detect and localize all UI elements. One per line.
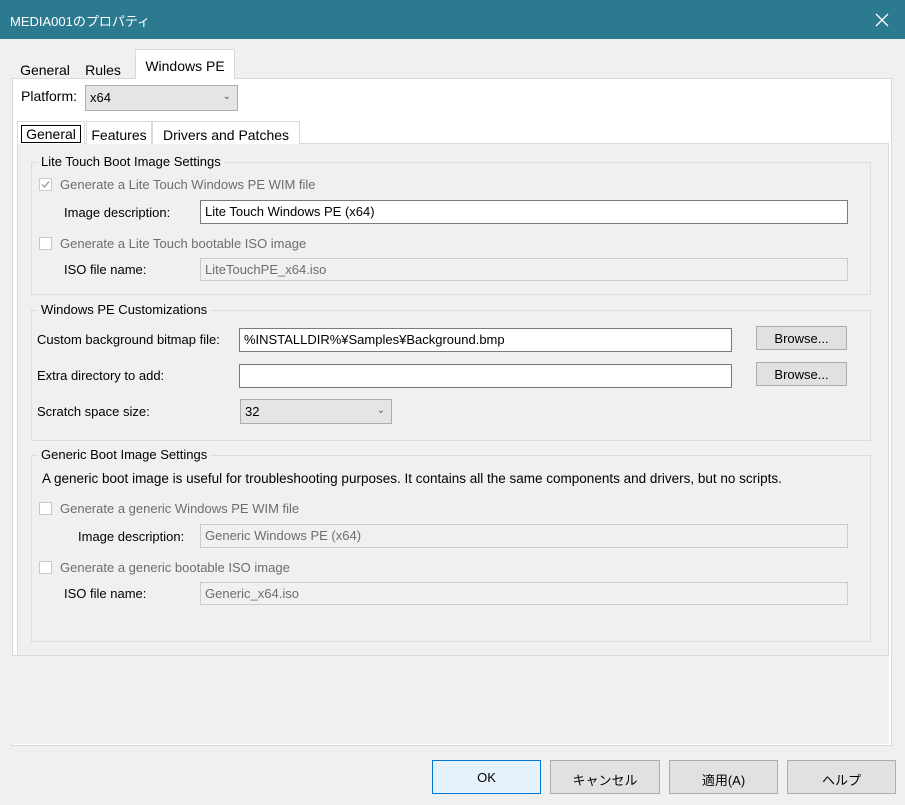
chevron-down-icon: ⌄	[376, 405, 385, 416]
apply-button[interactable]: 適用(A)	[669, 760, 778, 794]
bitmap-browse-label: Browse...	[774, 331, 829, 346]
inner-tab-drivers-label: Drivers and Patches	[162, 127, 290, 143]
generic-iso-input[interactable]: Generic_x64.iso	[200, 582, 848, 605]
generic-iso-label: Generate a generic bootable ISO image	[60, 560, 290, 575]
generic-boot-group-title: Generic Boot Image Settings	[38, 447, 211, 462]
inner-tab-drivers[interactable]: Drivers and Patches	[152, 121, 300, 144]
ok-label: OK	[477, 770, 496, 785]
tab-windows-pe[interactable]: Windows PE	[135, 49, 235, 79]
lite-touch-iso-input[interactable]: LiteTouchPE_x64.iso	[200, 258, 848, 281]
scratch-space-value: 32	[245, 404, 260, 419]
lite-touch-wim-label: Generate a Lite Touch Windows PE WIM fil…	[60, 177, 316, 192]
lite-touch-wim-checkbox[interactable]	[39, 178, 52, 191]
lite-touch-image-desc-input[interactable]: Lite Touch Windows PE (x64)	[200, 200, 848, 224]
cancel-label: キャンセル	[572, 773, 638, 788]
inner-tab-features[interactable]: Features	[86, 121, 152, 144]
tab-rules-label: Rules	[85, 62, 121, 78]
scratch-space-label: Scratch space size:	[37, 404, 150, 419]
window-title: MEDIA001のプロパティ	[10, 14, 151, 29]
tab-general[interactable]: General	[13, 54, 77, 78]
tab-rules[interactable]: Rules	[79, 54, 127, 78]
platform-select[interactable]: x64 ⌄	[85, 85, 238, 111]
pe-customizations-group-title: Windows PE Customizations	[38, 302, 211, 317]
lite-touch-group-title: Lite Touch Boot Image Settings	[38, 154, 224, 169]
bitmap-label: Custom background bitmap file:	[37, 332, 220, 347]
extra-dir-label: Extra directory to add:	[37, 368, 165, 383]
generic-image-desc-input[interactable]: Generic Windows PE (x64)	[200, 524, 848, 548]
chevron-down-icon: ⌄	[222, 91, 231, 102]
check-icon	[41, 181, 50, 189]
bitmap-input[interactable]: %INSTALLDIR%¥Samples¥Background.bmp	[239, 328, 732, 352]
tab-general-label: General	[20, 62, 70, 78]
close-button[interactable]	[859, 0, 905, 39]
extra-dir-input[interactable]	[239, 364, 732, 388]
platform-value: x64	[90, 90, 111, 105]
lite-touch-image-desc-label: Image description:	[64, 205, 171, 220]
generic-wim-checkbox[interactable]	[39, 502, 52, 515]
help-button[interactable]: ヘルプ	[787, 760, 896, 794]
ok-button[interactable]: OK	[432, 760, 541, 794]
extra-dir-browse-button[interactable]: Browse...	[756, 362, 847, 386]
close-icon	[875, 13, 889, 26]
inner-tab-general-label: General	[21, 125, 81, 143]
generic-description: A generic boot image is useful for troub…	[42, 471, 782, 486]
extra-dir-browse-label: Browse...	[774, 367, 829, 382]
generic-iso-file-label: ISO file name:	[64, 586, 147, 601]
generic-iso-checkbox[interactable]	[39, 561, 52, 574]
bottom-area	[12, 655, 889, 744]
inner-tab-general[interactable]: General	[17, 121, 85, 144]
generic-wim-label: Generate a generic Windows PE WIM file	[60, 501, 300, 516]
apply-label: 適用(A)	[701, 773, 746, 788]
scratch-space-select[interactable]: 32 ⌄	[240, 399, 392, 424]
generic-image-desc-label: Image description:	[78, 529, 185, 544]
tab-windows-pe-label: Windows PE	[145, 58, 225, 74]
lite-touch-iso-file-label: ISO file name:	[64, 262, 147, 277]
lite-touch-iso-checkbox[interactable]	[39, 237, 52, 250]
cancel-button[interactable]: キャンセル	[550, 760, 660, 794]
platform-label: Platform:	[21, 88, 78, 104]
lite-touch-iso-label: Generate a Lite Touch bootable ISO image	[60, 236, 307, 251]
inner-tab-features-label: Features	[91, 127, 147, 143]
help-label: ヘルプ	[821, 773, 861, 788]
bitmap-browse-button[interactable]: Browse...	[756, 326, 847, 350]
title-bar: MEDIA001のプロパティ	[0, 0, 905, 39]
